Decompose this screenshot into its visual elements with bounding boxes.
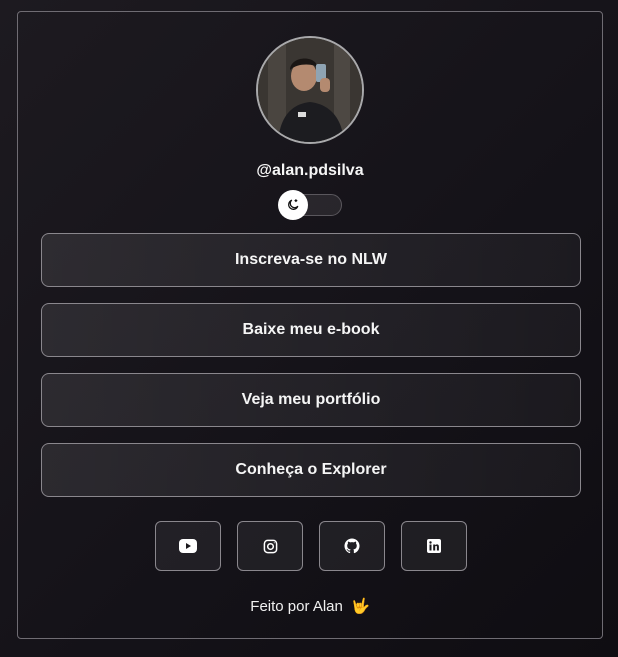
theme-toggle[interactable] [278, 190, 342, 220]
toggle-knob[interactable] [278, 190, 308, 220]
rock-hand-emoji: 🤟 [351, 598, 370, 615]
footer: Feito por Alan 🤟 [18, 597, 602, 615]
youtube-icon [179, 539, 197, 553]
github-icon [344, 538, 360, 554]
moon-icon [288, 199, 299, 210]
link-nlw-button[interactable]: Inscreva-se no NLW [41, 233, 581, 287]
avatar [256, 36, 364, 144]
footer-text: Feito por Alan [250, 598, 343, 615]
link-portfolio-button[interactable]: Veja meu portfólio [41, 373, 581, 427]
youtube-button[interactable] [155, 521, 221, 571]
profile-handle: @alan.pdsilva [256, 162, 364, 179]
profile-card: @alan.pdsilva Inscreva-se no NLW Baixe m… [17, 11, 603, 639]
instagram-button[interactable] [237, 521, 303, 571]
linkedin-button[interactable] [401, 521, 467, 571]
link-explorer-button[interactable]: Conheça o Explorer [41, 443, 581, 497]
link-ebook-button[interactable]: Baixe meu e-book [41, 303, 581, 357]
github-button[interactable] [319, 521, 385, 571]
linkedin-icon [427, 539, 441, 553]
instagram-icon [263, 539, 277, 553]
